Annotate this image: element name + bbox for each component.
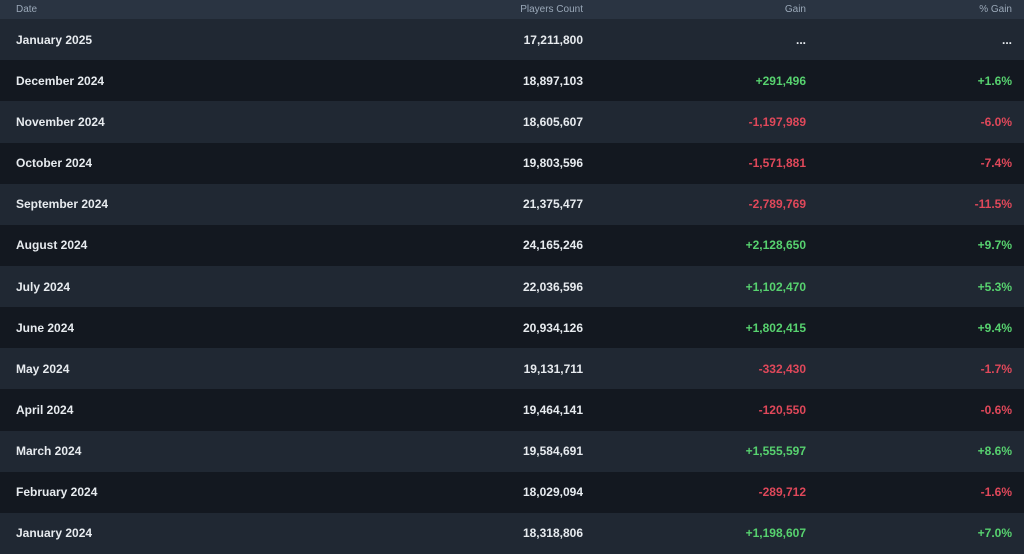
cell-date: February 2024 bbox=[16, 485, 98, 500]
cell-percent-gain: +9.4% bbox=[977, 320, 1012, 335]
cell-percent-gain: -1.6% bbox=[980, 485, 1012, 500]
header-gain[interactable]: Gain bbox=[583, 0, 806, 19]
table-body: January 2025 17,211,800...... December 202… bbox=[0, 19, 1024, 554]
table-header: Date Players Count Gain % Gain bbox=[0, 0, 1024, 20]
header-date[interactable]: Date bbox=[0, 0, 300, 19]
cell-percent-gain: ... bbox=[1001, 32, 1012, 47]
cell-percent-gain: +9.7% bbox=[977, 238, 1012, 253]
table-row: October 2024 19,803,596 -1,571,881 -7.4% bbox=[0, 142, 1024, 184]
cell-percent-gain: -6.0% bbox=[980, 115, 1012, 130]
cell-players-count: 19,464,141 bbox=[522, 403, 583, 417]
cell-percent-gain: +8.6% bbox=[977, 444, 1012, 459]
cell-players-count: 18,029,094 bbox=[522, 485, 583, 500]
table-row: February 2024 18,029,094 -289,712 -1.6% bbox=[0, 471, 1024, 513]
table-row: January 2025 17,211,800...... bbox=[0, 19, 1024, 61]
cell-players-count: 22,036,596 bbox=[522, 279, 583, 294]
cell-players-count: 19,803,596 bbox=[522, 156, 583, 171]
cell-gain: -332,430 bbox=[758, 361, 806, 376]
header-players-count[interactable]: Players Count bbox=[300, 0, 583, 19]
table-row: May 2024 19,131,711 -332,430 -1.7% bbox=[0, 348, 1024, 390]
cell-date: November 2024 bbox=[16, 115, 105, 130]
cell-percent-gain: -7.4% bbox=[980, 156, 1012, 171]
cell-gain: -289,712 bbox=[758, 485, 806, 500]
cell-gain: +1,102,470 bbox=[745, 279, 806, 294]
table-row: August 2024 24,165,246 +2,128,650 +9.7% bbox=[0, 224, 1024, 267]
table-row: January 2024 18,318,806 +1,198,607 +7.0% bbox=[0, 512, 1024, 554]
cell-gain: -1,571,881 bbox=[748, 156, 806, 171]
cell-date: July 2024 bbox=[16, 279, 71, 294]
cell-percent-gain: +7.0% bbox=[977, 526, 1012, 541]
cell-players-count: 24,165,246 bbox=[522, 238, 583, 253]
cell-gain: ... bbox=[795, 32, 806, 47]
table-row: December 2024 18,897,103 +291,496 +1.6% bbox=[0, 60, 1024, 102]
cell-date: April 2024 bbox=[16, 403, 74, 417]
cell-date: January 2025 bbox=[16, 32, 93, 47]
header-percent-gain[interactable]: % Gain bbox=[806, 0, 1012, 19]
players-table: Date Players Count Gain % Gain January 2… bbox=[0, 0, 1024, 554]
cell-gain: +1,802,415 bbox=[745, 320, 806, 335]
table-row: March 2024 19,584,691 +1,555,597 +8.6% bbox=[0, 430, 1024, 472]
cell-percent-gain: +5.3% bbox=[977, 279, 1012, 294]
cell-percent-gain: -0.6% bbox=[980, 403, 1012, 417]
cell-gain: -1,197,989 bbox=[748, 115, 806, 130]
cell-players-count: 18,897,103 bbox=[522, 73, 583, 88]
cell-players-count: 20,934,126 bbox=[522, 320, 583, 335]
table-row: April 2024 19,464,141 -120,550 -0.6% bbox=[0, 389, 1024, 431]
cell-gain: -2,789,769 bbox=[748, 197, 806, 212]
table-row: September 2024 21,375,477 -2,789,769 -11.5% bbox=[0, 183, 1024, 225]
cell-percent-gain: -11.5% bbox=[974, 197, 1012, 212]
cell-date: March 2024 bbox=[16, 444, 82, 459]
cell-players-count: 19,584,691 bbox=[522, 444, 583, 459]
cell-gain: +1,198,607 bbox=[745, 526, 806, 541]
cell-date: October 2024 bbox=[16, 156, 93, 171]
cell-date: January 2024 bbox=[16, 526, 93, 541]
cell-players-count: 19,131,711 bbox=[523, 361, 583, 376]
cell-percent-gain: -1.7% bbox=[980, 361, 1012, 376]
cell-gain: -120,550 bbox=[758, 403, 806, 417]
table-row: November 2024 18,605,607 -1,197,989 -6.0% bbox=[0, 101, 1024, 143]
cell-date: May 2024 bbox=[16, 361, 70, 376]
cell-date: September 2024 bbox=[16, 197, 109, 212]
cell-gain: +2,128,650 bbox=[745, 238, 806, 253]
cell-players-count: 18,605,607 bbox=[522, 115, 583, 130]
cell-players-count: 21,375,477 bbox=[522, 197, 583, 212]
table-row: June 2024 20,934,126 +1,802,415 +9.4% bbox=[0, 307, 1024, 349]
cell-players-count: 17,211,800 bbox=[523, 32, 583, 47]
cell-gain: +291,496 bbox=[755, 73, 806, 88]
cell-gain: +1,555,597 bbox=[745, 444, 806, 459]
cell-date: August 2024 bbox=[16, 238, 88, 253]
cell-date: June 2024 bbox=[16, 320, 75, 335]
cell-percent-gain: +1.6% bbox=[977, 73, 1012, 88]
table-row: July 2024 22,036,596 +1,102,470 +5.3% bbox=[0, 266, 1024, 308]
cell-date: December 2024 bbox=[16, 73, 105, 88]
cell-players-count: 18,318,806 bbox=[522, 526, 583, 541]
